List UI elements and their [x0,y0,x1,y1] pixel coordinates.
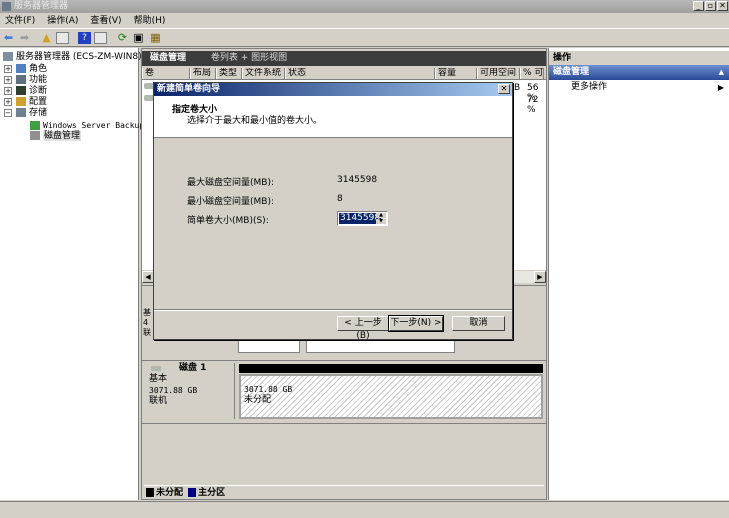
more-actions-item[interactable]: 更多操作 ▶ [549,80,729,95]
column-filesystem[interactable]: 文件系统 [242,68,285,79]
column-layout[interactable]: 布局 [190,68,216,79]
decrement-icon[interactable]: ▼ [376,219,386,224]
tree-item-windows-server-backup[interactable]: Windows Server Backup [30,120,144,131]
next-button[interactable]: 下一步(N) > [388,315,444,332]
minimize-button[interactable]: _ [693,1,704,11]
up-folder-icon[interactable]: ▲ [40,32,53,44]
menu-file[interactable]: 文件(F) [5,13,35,28]
percent-free-cell: 72 % [527,95,539,115]
configuration-icon [16,97,26,106]
legend-swatch-unallocated [146,488,154,497]
disk-settings-icon[interactable]: ▦ [149,32,162,44]
scroll-right-icon[interactable]: ▶ [534,271,546,283]
column-free-space[interactable]: 可用空间 [477,68,520,79]
menu-action[interactable]: 操作(A) [47,13,78,28]
refresh-icon[interactable]: ⟳ [116,32,129,44]
column-status[interactable]: 状态 [285,68,435,79]
actions-header: 操作 [549,51,729,65]
show-hide-tree-icon[interactable] [56,32,69,44]
max-size-value: 3145598 [337,175,378,185]
free-space-cell: B [514,83,521,93]
disk-1-info[interactable]: 磁盘 1 基本 3071.88 GB 联机 [143,363,235,419]
close-button[interactable]: ✕ [717,1,728,11]
volume-list-header: 卷 布局 类型 文件系统 状态 容量 可用空间 % 可 [142,68,546,80]
navigation-tree: 服务器管理器 (ECS-ZM-WIN8) + 角色 + 功能 + 诊断 + 配置 − 存储… [0,48,144,500]
actions-section-disk-management[interactable]: 磁盘管理 ▲ [549,65,729,80]
submenu-arrow-icon: ▶ [717,83,724,92]
back-button[interactable]: < 上一步(B) [337,316,389,341]
unallocated-partition[interactable]: 3071.88 GB 未分配 [239,374,543,419]
app-icon [2,2,11,11]
status-bar [0,501,729,518]
diagnostics-icon [16,86,26,95]
collapse-up-icon[interactable]: ▲ [719,65,724,80]
tree-item-storage[interactable]: − 存储 [4,108,47,119]
dialog-header: 指定卷大小 选择介于最大和最小值的卷大小。 [154,96,512,138]
menu-bar: 文件(F) 操作(A) 查看(V) 帮助(H) [0,13,729,29]
column-percent-free[interactable]: % 可 [520,68,544,79]
restore-button[interactable]: ▫ [705,1,716,11]
menu-view[interactable]: 查看(V) [90,13,121,28]
new-simple-volume-wizard: 新建简单卷向导 ✕ 指定卷大小 选择介于最大和最小值的卷大小。 最大磁盘空间量(… [153,82,513,341]
pane-header: 磁盘管理 卷列表 + 图形视图 [142,51,546,66]
tree-item-roles[interactable]: + 角色 [4,64,47,75]
column-type[interactable]: 类型 [216,68,242,79]
dialog-close-button[interactable]: ✕ [498,84,510,94]
tree-item-features[interactable]: + 功能 [4,75,47,86]
volume-size-stepper[interactable]: 3145598 ▲ ▼ [337,211,388,226]
actions-pane: 操作 磁盘管理 ▲ 更多操作 ▶ [548,48,729,500]
column-volume[interactable]: 卷 [142,68,190,79]
menu-help[interactable]: 帮助(H) [134,13,166,28]
tree-item-disk-management[interactable]: 磁盘管理 [30,131,82,142]
expand-icon[interactable]: + [4,86,12,95]
disk-management-icon [30,131,40,140]
collapse-icon[interactable]: − [4,108,12,117]
disk-icon [151,366,161,371]
expand-icon[interactable]: + [4,97,12,106]
legend: 未分配 主分区 [144,485,544,499]
title-bar: 服务器管理器 [0,0,729,13]
storage-icon [16,108,26,117]
tree-root[interactable]: 服务器管理器 (ECS-ZM-WIN8) [3,52,142,63]
min-size-value: 8 [337,194,343,204]
roles-icon [16,64,26,73]
forward-icon[interactable]: ➡ [18,32,31,44]
cancel-button[interactable]: 取消 [452,316,505,331]
disk-0-info: 基 4 联 [143,308,151,337]
help-icon[interactable]: ? [78,32,91,44]
tree-item-diagnostics[interactable]: + 诊断 [4,86,47,97]
unallocated-bar [239,364,543,373]
properties-icon[interactable]: ▣ [132,32,145,44]
server-icon [3,52,13,61]
dialog-title-bar: 新建简单卷向导 [154,83,512,96]
features-icon [16,75,26,84]
expand-icon[interactable]: + [4,64,12,73]
size-label: 简单卷大小(MB)(S): [187,216,269,226]
legend-swatch-primary [188,488,197,497]
back-icon[interactable]: ⬅ [2,32,15,44]
max-size-label: 最大磁盘空间量(MB): [187,178,274,188]
window-title: 服务器管理器 [14,1,69,11]
backup-icon [30,121,40,130]
expand-icon[interactable]: + [4,75,12,84]
show-hide-action-pane-icon[interactable] [94,32,107,44]
column-capacity[interactable]: 容量 [435,68,477,79]
toolbar: ⬅ ➡ ▲ ? ⟳ ▣ ▦ [0,30,729,47]
min-size-label: 最小磁盘空间量(MB): [187,197,274,207]
tree-item-configuration[interactable]: + 配置 [4,97,47,108]
